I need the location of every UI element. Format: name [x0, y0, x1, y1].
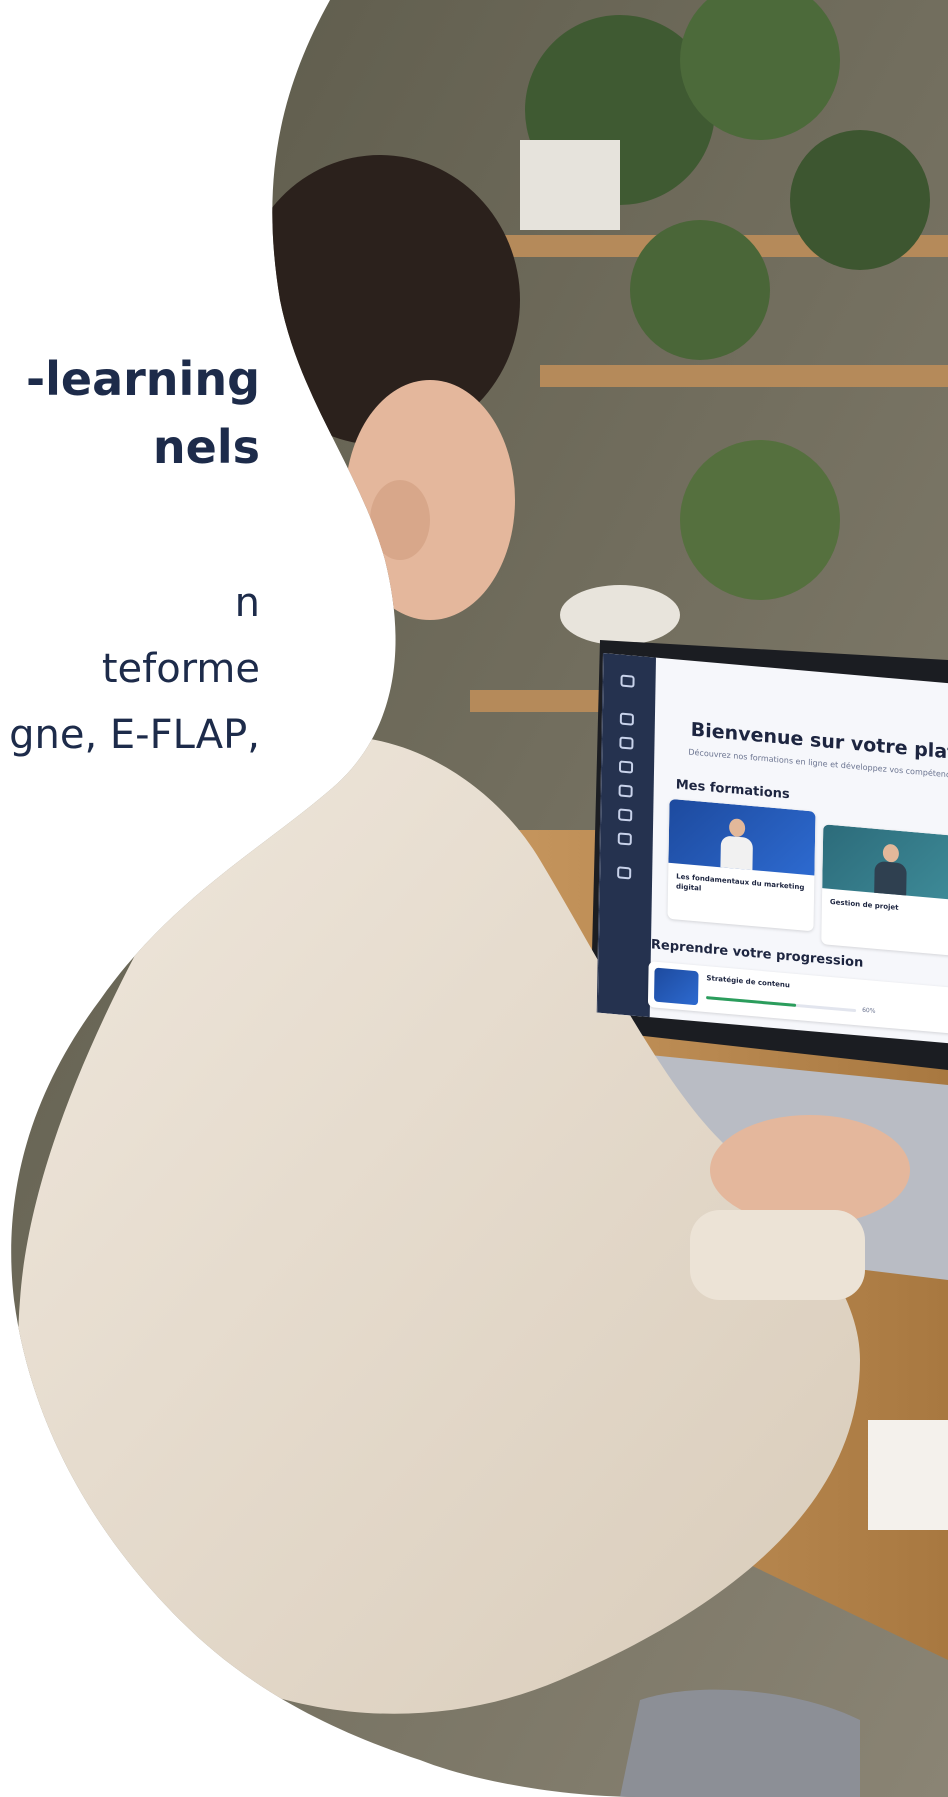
progress-bar: [706, 996, 857, 1013]
laptop-screen: Bienvenue sur votre plateforme de Découv…: [596, 653, 948, 1048]
person-head: [882, 843, 900, 863]
progress-fill: [706, 996, 797, 1007]
calendar-icon[interactable]: [618, 760, 634, 774]
course-card[interactable]: Les fondamentaux du marketing digital: [667, 798, 816, 932]
users-icon[interactable]: [618, 784, 633, 798]
person-body: [720, 835, 753, 871]
course-thumbnail: [822, 824, 948, 901]
progress-thumbnail: [653, 967, 699, 1006]
logo-icon[interactable]: [620, 674, 635, 688]
home-icon[interactable]: [619, 712, 634, 726]
course-title: Gestion de projet: [829, 897, 899, 912]
courses-icon[interactable]: [619, 736, 634, 750]
camera-icon[interactable]: [618, 808, 633, 822]
settings-icon[interactable]: [617, 866, 632, 880]
progress-title: Stratégie de contenu: [706, 974, 790, 990]
course-title: Les fondamentaux du marketing digital: [675, 872, 805, 893]
person-head: [728, 818, 746, 838]
document-icon[interactable]: [617, 832, 632, 846]
course-thumbnail: [668, 798, 816, 876]
progress-percent: 60%: [862, 1006, 876, 1015]
screen-main: Bienvenue sur votre plateforme de Découv…: [647, 658, 948, 1047]
person-body: [874, 860, 907, 896]
section-formations: Mes formations: [675, 777, 790, 803]
course-card[interactable]: Gestion de projet: [821, 824, 948, 957]
screen-sidebar: [597, 653, 656, 1018]
